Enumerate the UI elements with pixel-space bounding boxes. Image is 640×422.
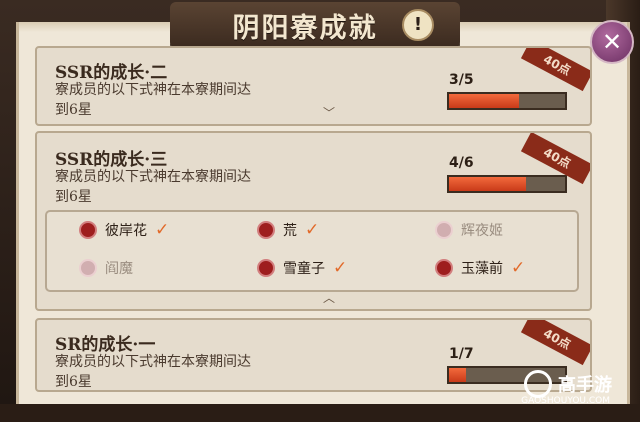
progress-fill xyxy=(449,368,466,382)
progress-count: 3/5 xyxy=(449,72,474,88)
check-icon: ✓ xyxy=(305,220,320,240)
achievement-card[interactable]: SR的成长·一 寮成员的以下式神在本寮期间达 到6星 1/7 40点 xyxy=(35,318,592,392)
progress-bar xyxy=(447,92,567,110)
progress-count: 4/6 xyxy=(449,155,474,171)
page-title: 阴阳寮成就 xyxy=(232,13,378,44)
shikigami-item: 雪童子 ✓ xyxy=(257,258,347,278)
points-ribbon: 40点 xyxy=(520,320,590,366)
chevron-down-icon[interactable]: ﹀ xyxy=(323,104,335,121)
shikigami-item: 阎魔 xyxy=(79,258,133,278)
achievement-desc: 寮成员的以下式神在本寮期间达 到6星 xyxy=(55,82,251,118)
emblem-icon xyxy=(79,259,97,277)
achievement-desc: 寮成员的以下式神在本寮期间达 到6星 xyxy=(55,169,251,205)
close-button[interactable]: ✕ xyxy=(590,20,634,64)
shikigami-item: 荒 ✓ xyxy=(257,220,319,240)
check-icon: ✓ xyxy=(155,220,170,240)
shikigami-item: 彼岸花 ✓ xyxy=(79,220,169,240)
emblem-icon xyxy=(435,221,453,239)
progress-count: 1/7 xyxy=(449,346,474,362)
progress-fill xyxy=(449,94,519,108)
points-ribbon: 40点 xyxy=(520,48,590,92)
bottom-strip xyxy=(0,404,640,422)
emblem-icon xyxy=(257,221,275,239)
achievement-card[interactable]: SSR的成长·二 寮成员的以下式神在本寮期间达 到6星 3/5 40点 ﹀ xyxy=(35,46,592,126)
achievement-desc: 寮成员的以下式神在本寮期间达 到6星 xyxy=(55,354,251,390)
shikigami-list: 彼岸花 ✓ 荒 ✓ 辉夜姬 阎魔 雪童子 ✓ 玉藻前 ✓ xyxy=(45,210,579,292)
emblem-icon xyxy=(435,259,453,277)
emblem-icon xyxy=(257,259,275,277)
progress-bar xyxy=(447,175,567,193)
emblem-icon xyxy=(79,221,97,239)
watermark: 高手游 GAOSHOUYOU.COM xyxy=(521,370,612,406)
info-badge[interactable]: ! xyxy=(402,9,434,41)
check-icon: ✓ xyxy=(333,258,348,278)
progress-fill xyxy=(449,177,527,191)
close-icon: ✕ xyxy=(601,28,623,56)
check-icon: ✓ xyxy=(511,258,526,278)
shikigami-item: 玉藻前 ✓ xyxy=(435,258,525,278)
logo-icon xyxy=(524,370,552,398)
shikigami-item: 辉夜姬 xyxy=(435,220,503,240)
